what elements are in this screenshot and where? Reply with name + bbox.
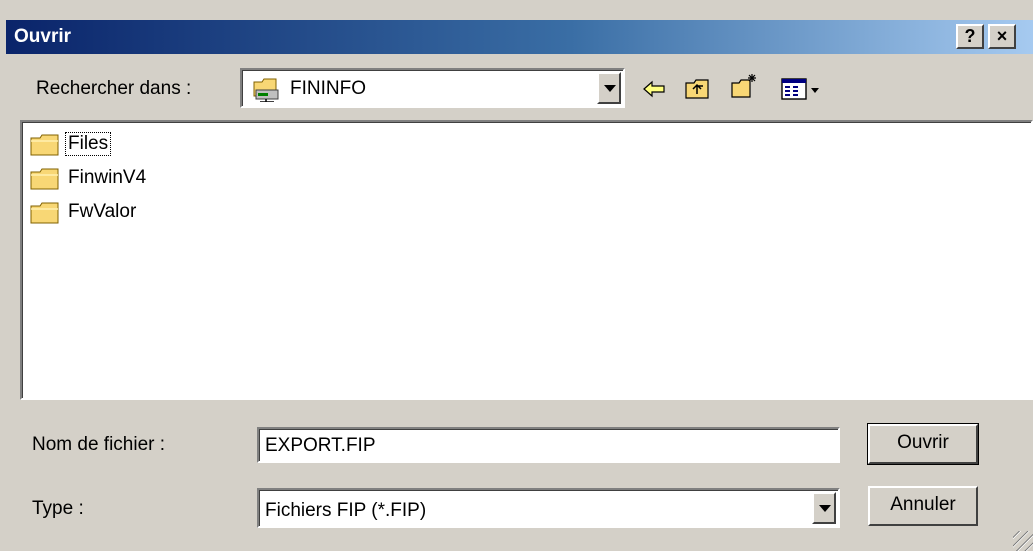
resize-grip[interactable] [1013, 531, 1033, 551]
filename-label: Nom de fichier : [32, 434, 166, 455]
filetype-value: Fichiers FIP (*.FIP) [265, 500, 427, 521]
lookin-value: FININFO [290, 78, 366, 99]
up-folder-icon[interactable] [684, 75, 712, 103]
network-drive-icon [253, 78, 279, 102]
title-bar[interactable]: Ouvrir ? × [6, 20, 1033, 54]
lookin-dropdown-button[interactable] [597, 72, 621, 104]
lookin-label: Rechercher dans : [36, 78, 192, 99]
open-dialog: Ouvrir ? × Rechercher dans : FININFO Fil… [0, 0, 1033, 551]
back-arrow-icon[interactable] [640, 75, 668, 103]
help-button[interactable]: ? [956, 24, 984, 49]
folder-icon [30, 202, 59, 224]
new-folder-icon[interactable] [730, 72, 758, 100]
file-name: FinwinV4 [68, 167, 147, 188]
lookin-dropdown[interactable]: FININFO [240, 68, 625, 108]
folder-icon [30, 168, 59, 190]
dialog-title: Ouvrir [14, 26, 72, 47]
filetype-dropdown[interactable]: Fichiers FIP (*.FIP) [257, 488, 840, 528]
filetype-dropdown-button[interactable] [812, 492, 836, 524]
view-menu-icon[interactable] [780, 76, 824, 104]
filename-input[interactable]: EXPORT.FIP [257, 427, 840, 463]
file-name: Files [64, 132, 112, 156]
close-button[interactable]: × [988, 24, 1016, 49]
file-name: FwValor [68, 201, 137, 222]
filename-value: EXPORT.FIP [265, 435, 376, 456]
filetype-label: Type : [32, 498, 84, 519]
folder-icon [30, 134, 59, 156]
cancel-button[interactable]: Annuler [868, 486, 978, 526]
file-list[interactable]: Files FinwinV4 FwValor [20, 120, 1033, 400]
open-button[interactable]: Ouvrir [867, 423, 979, 465]
